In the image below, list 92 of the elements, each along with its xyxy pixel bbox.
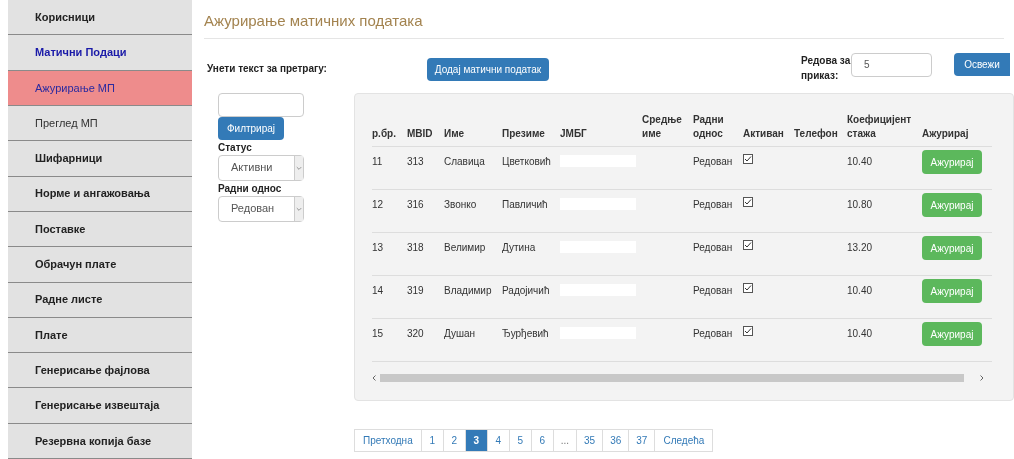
column-header: Презиме: [502, 127, 546, 141]
table-cell: Павличић: [502, 199, 548, 210]
dropdown[interactable]: Активни: [218, 154, 304, 181]
scrollbar[interactable]: [380, 374, 964, 382]
column-header: Телефон: [794, 127, 839, 141]
sidebar-item[interactable]: Радне листе: [8, 282, 192, 318]
page-title: Ажурирање матичних података: [204, 10, 1004, 39]
table-cell: 10.40: [847, 285, 873, 296]
table-cell: 13: [372, 242, 384, 253]
table-cell: 10.40: [847, 328, 873, 339]
dropdown[interactable]: Редован: [218, 195, 304, 222]
update-button[interactable]: Ажурирај: [922, 322, 982, 346]
table-cell: 10.40: [847, 156, 873, 167]
table-cell: Ђурђевић: [502, 328, 549, 339]
column-header: Активан: [743, 127, 785, 141]
checkbox[interactable]: [743, 197, 753, 207]
table-cell: Редован: [693, 199, 733, 210]
column-header: Коефицијент стажа: [847, 113, 913, 141]
update-button[interactable]: Ажурирај: [922, 236, 982, 260]
status-label: Статус: [218, 140, 253, 155]
relation-label: Радни однос: [218, 181, 283, 196]
column-header: Име: [444, 127, 466, 141]
page-link[interactable]: 5: [508, 428, 532, 452]
sidebar-item[interactable]: Генерисање извештаја: [8, 388, 192, 424]
page-link[interactable]: 35: [576, 428, 604, 452]
page-link[interactable]: 2: [442, 428, 466, 452]
table-cell: 319: [407, 285, 424, 296]
sidebar-item[interactable]: Плате: [8, 317, 192, 354]
column-header: р.бр.: [372, 127, 397, 141]
update-button[interactable]: Ажурирај: [922, 279, 982, 303]
column-header: ЈМБГ: [560, 127, 588, 141]
sidebar-item[interactable]: Норме и ангажовања: [8, 176, 192, 212]
checkbox[interactable]: [743, 283, 753, 293]
table-cell: Радојичић: [502, 285, 550, 296]
column-header: MBID: [407, 127, 434, 141]
column-header: Радни однос: [693, 113, 725, 141]
table-cell: 316: [407, 199, 424, 210]
page-link[interactable]: Претходна: [354, 428, 422, 452]
table-cell: Славица: [444, 156, 485, 167]
scroll-right-icon[interactable]: [980, 375, 984, 381]
table-cell: Звонко: [444, 199, 477, 210]
column-header: Средње име: [642, 113, 683, 141]
rows-per-page-field[interactable]: 5: [851, 52, 932, 77]
checkbox[interactable]: [743, 154, 753, 164]
page-link[interactable]: 37: [628, 428, 656, 452]
table-cell: 320: [407, 328, 424, 339]
page-link[interactable]: 6: [530, 428, 554, 452]
page-link[interactable]: 3: [464, 428, 488, 452]
sidebar-item[interactable]: Резервна копија базе: [8, 423, 192, 459]
refresh-button[interactable]: Освежи: [954, 52, 1010, 76]
table-cell: Дутина: [502, 242, 536, 253]
caret-icon: [294, 155, 303, 180]
table-cell: 11: [372, 156, 383, 167]
sidebar-item[interactable]: Преглед МП: [8, 105, 192, 142]
table-cell: Редован: [693, 328, 733, 339]
table-cell: 14: [372, 285, 384, 296]
table-cell: 15: [372, 328, 384, 339]
table-cell: 313: [407, 156, 424, 167]
search-label: Унети текст за претрагу:: [207, 61, 328, 76]
page-link[interactable]: Следећа: [654, 428, 714, 452]
table-cell: Душан: [444, 328, 476, 339]
table-cell: Редован: [693, 242, 733, 253]
table-cell: Редован: [693, 156, 733, 167]
sidebar-item[interactable]: Ажурирање МП: [8, 70, 192, 106]
filter-button[interactable]: Филтрирај: [218, 116, 284, 140]
page-link[interactable]: 36: [602, 428, 630, 452]
sidebar-item[interactable]: Обрачун плате: [8, 247, 192, 283]
search-field[interactable]: [218, 92, 304, 117]
checkbox[interactable]: [743, 326, 753, 336]
sidebar-item[interactable]: Шифарници: [8, 141, 192, 177]
checkbox[interactable]: [743, 240, 753, 250]
sidebar-item[interactable]: Матични Подаци: [8, 35, 192, 71]
rows-per-page-label: Редова за приказ:: [801, 53, 852, 83]
page-link[interactable]: 1: [420, 428, 444, 452]
table-cell: 12: [372, 199, 384, 210]
caret-icon: [294, 196, 303, 221]
add-button[interactable]: Додај матични податак: [427, 57, 549, 81]
table-cell: Велимир: [444, 242, 486, 253]
page-link[interactable]: 4: [486, 428, 510, 452]
update-button[interactable]: Ажурирај: [922, 193, 982, 217]
sidebar-item[interactable]: Корисници: [8, 0, 192, 36]
column-header: Ажурирај: [922, 127, 970, 141]
sidebar-item[interactable]: Поставке: [8, 211, 192, 248]
table-cell: 13.20: [847, 242, 873, 253]
sidebar-item[interactable]: Генерисање фајлова: [8, 353, 192, 389]
table-cell: 318: [407, 242, 424, 253]
table-cell: Владимир: [444, 285, 492, 296]
table-cell: Цветковић: [502, 156, 551, 167]
update-button[interactable]: Ажурирај: [922, 150, 982, 174]
scroll-left-icon[interactable]: [372, 375, 376, 381]
table-cell: Редован: [693, 285, 733, 296]
table-cell: 10.80: [847, 199, 873, 210]
